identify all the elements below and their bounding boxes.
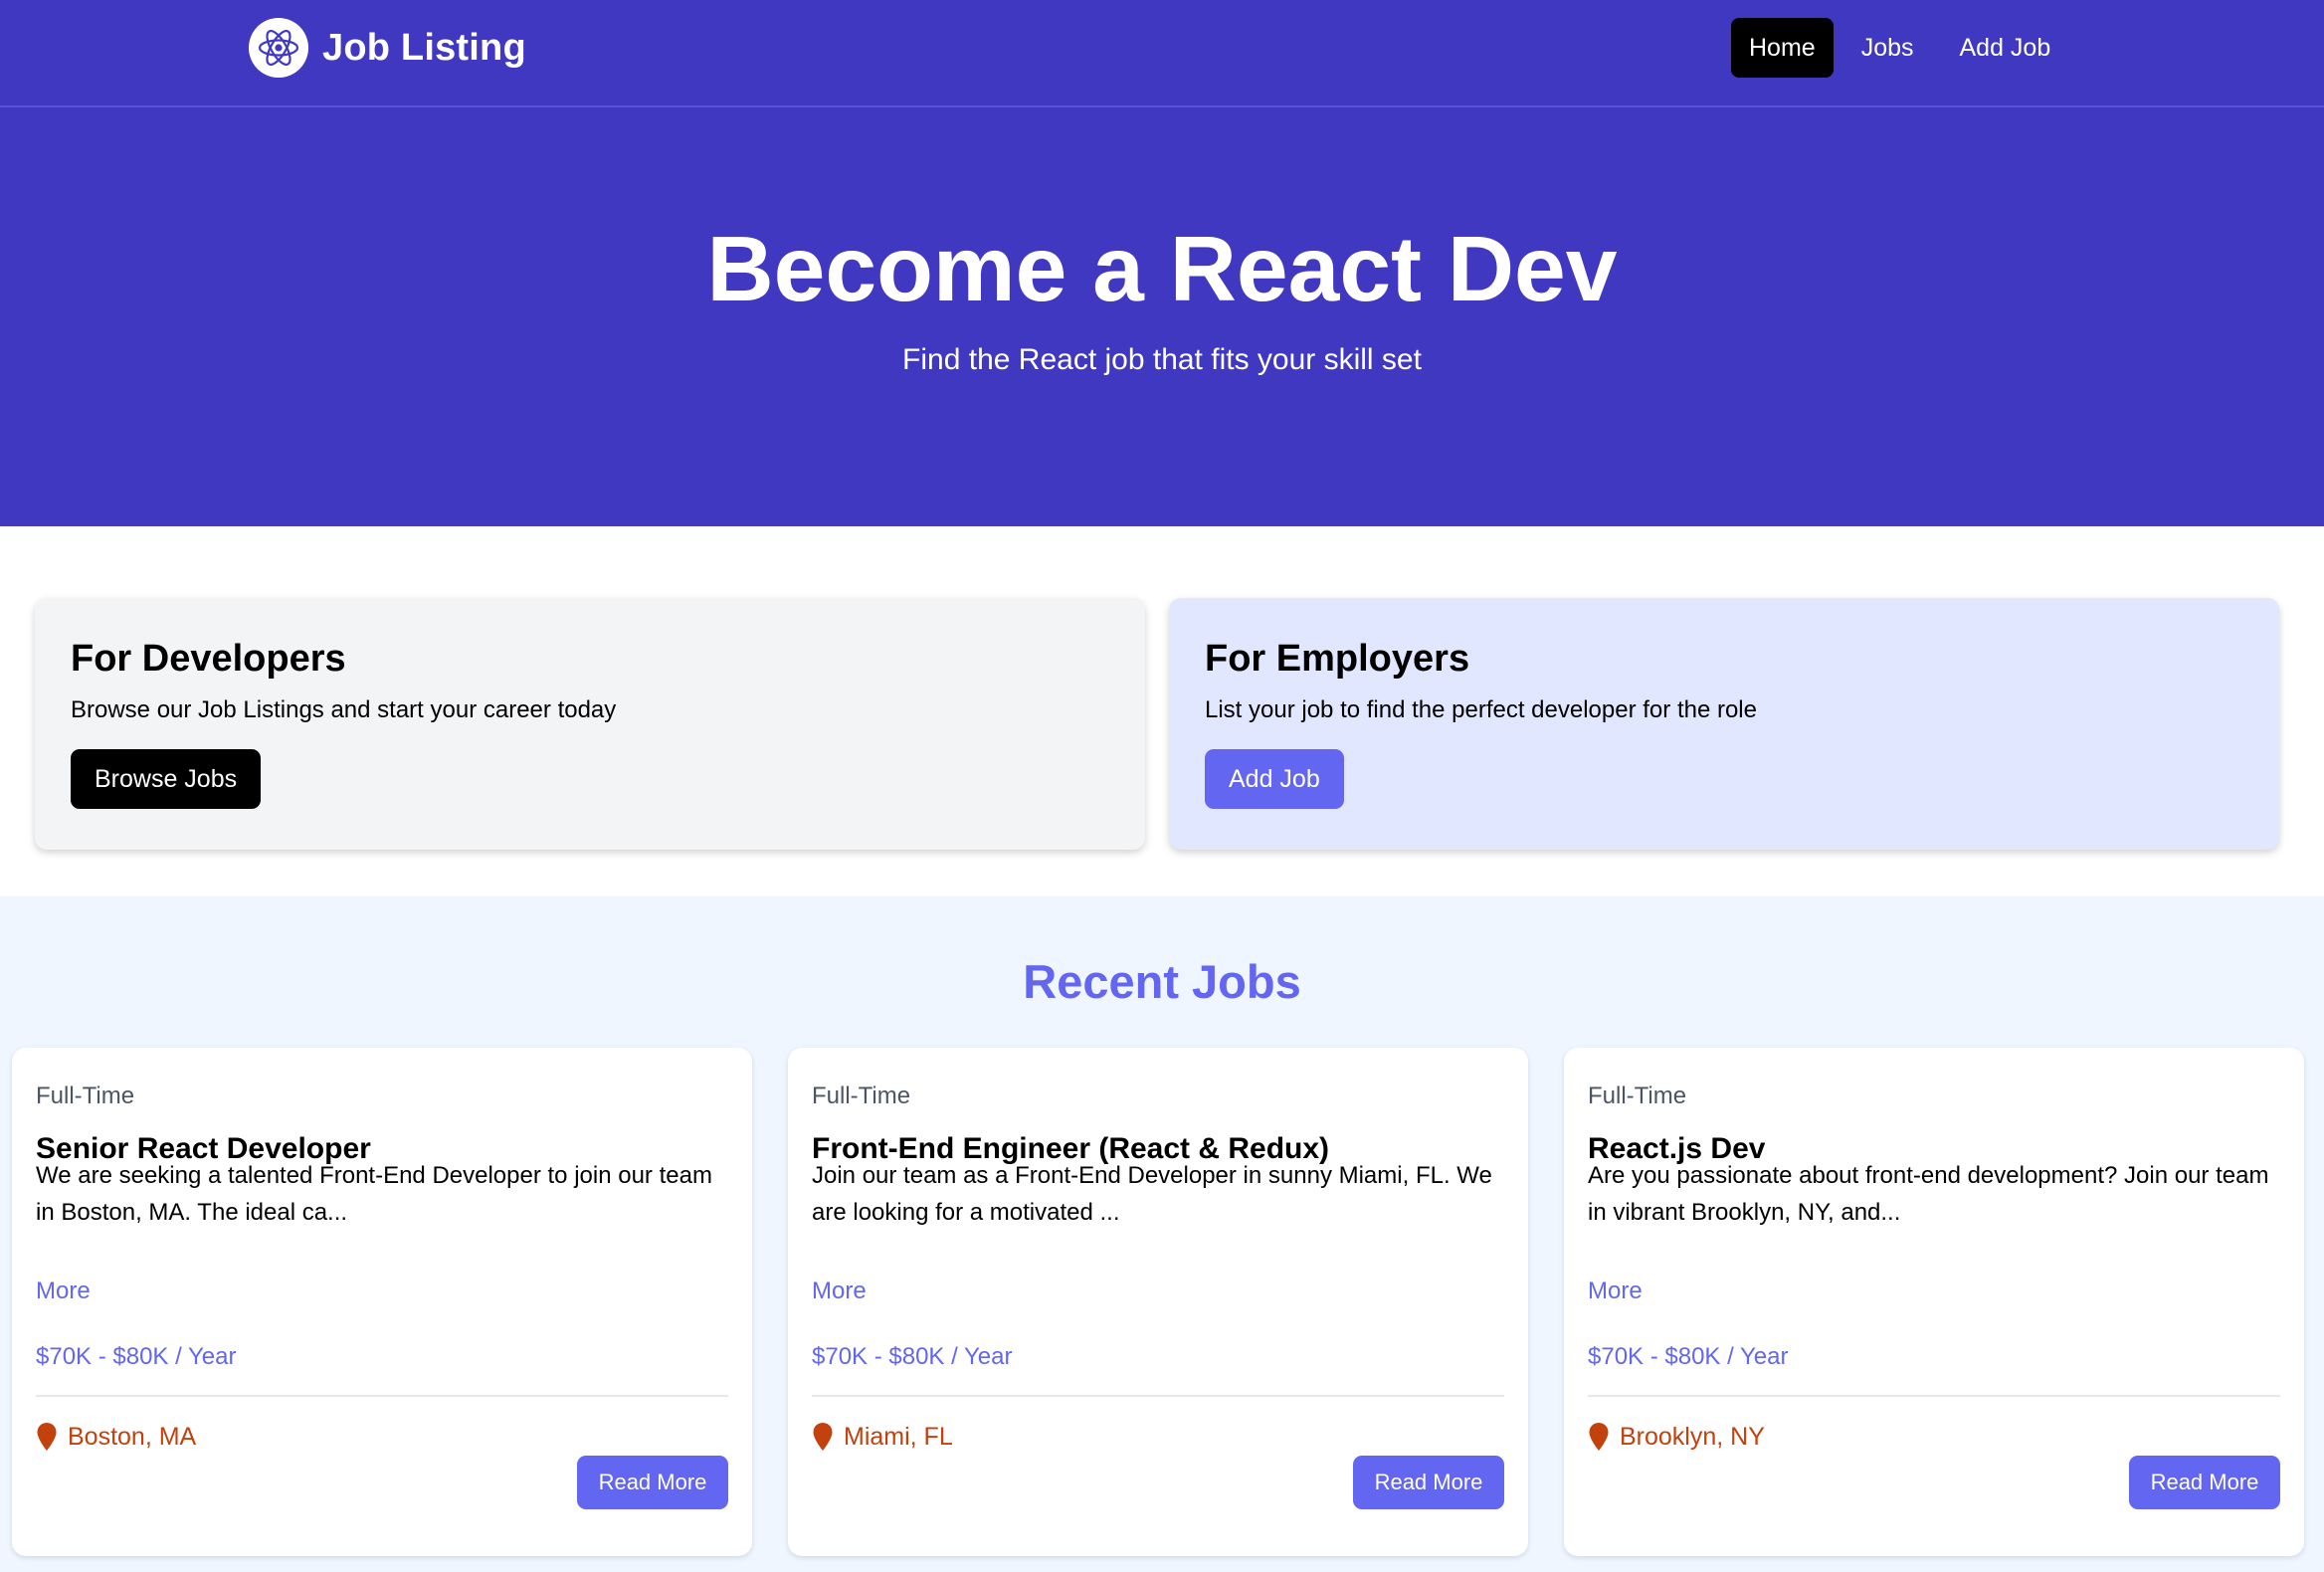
recent-jobs-title: Recent Jobs: [1023, 955, 1301, 1008]
employers-card-text: List your job to find the perfect develo…: [1205, 696, 1757, 723]
job-card: Full-Time Front-End Engineer (React & Re…: [788, 1048, 1528, 1556]
developers-card-title: For Developers: [71, 638, 346, 680]
map-pin-icon: [1589, 1423, 1609, 1451]
map-pin-icon: [37, 1423, 57, 1451]
job-more-link[interactable]: More: [812, 1277, 867, 1306]
job-location: Brooklyn, NY: [1588, 1421, 1765, 1453]
add-job-button[interactable]: Add Job: [1205, 749, 1344, 809]
divider: [36, 1395, 728, 1397]
job-description: Are you passionate about front-end devel…: [1588, 1162, 2269, 1226]
job-location-text: Boston, MA: [68, 1423, 197, 1451]
nav-link-home[interactable]: Home: [1731, 18, 1834, 78]
read-more-button[interactable]: Read More: [1353, 1456, 1504, 1509]
nav-link-add-job[interactable]: Add Job: [1942, 18, 2069, 78]
job-description: Join our team as a Front-End Developer i…: [812, 1162, 1492, 1226]
navbar: Job Listing Home Jobs Add Job: [0, 0, 2324, 107]
job-location: Miami, FL: [812, 1421, 953, 1453]
divider: [1588, 1395, 2280, 1397]
job-salary: $70K - $80K / Year: [812, 1343, 1013, 1370]
employers-card: For Employers List your job to find the …: [1169, 598, 2279, 850]
developers-card: For Developers Browse our Job Listings a…: [35, 598, 1145, 850]
brand-link[interactable]: Job Listing: [249, 18, 526, 78]
job-more-link[interactable]: More: [1588, 1277, 1643, 1306]
hero-subtitle: Find the React job that fits your skill …: [902, 343, 1422, 376]
job-location-text: Brooklyn, NY: [1620, 1423, 1765, 1451]
job-type: Full-Time: [1588, 1082, 1687, 1109]
job-location-text: Miami, FL: [844, 1423, 953, 1451]
job-salary: $70K - $80K / Year: [36, 1343, 237, 1370]
hero-title: Become a React Dev: [706, 217, 1618, 320]
nav-links: Home Jobs Add Job: [1731, 18, 2078, 78]
browse-jobs-button[interactable]: Browse Jobs: [71, 749, 262, 809]
job-salary: $70K - $80K / Year: [1588, 1343, 1789, 1370]
react-atom-icon: [249, 18, 308, 78]
hero-section: Become a React Dev Find the React job th…: [0, 107, 2324, 526]
developers-card-text: Browse our Job Listings and start your c…: [71, 696, 617, 723]
job-card: Full-Time React.js Dev Are you passionat…: [1564, 1048, 2304, 1556]
nav-link-jobs[interactable]: Jobs: [1843, 18, 1932, 78]
job-card: Full-Time Senior React Developer We are …: [12, 1048, 752, 1556]
divider: [812, 1395, 1504, 1397]
recent-jobs-section: Recent Jobs Full-Time Senior React Devel…: [0, 896, 2324, 1572]
read-more-button[interactable]: Read More: [2129, 1456, 2280, 1509]
job-description: We are seeking a talented Front-End Deve…: [36, 1162, 712, 1226]
job-type: Full-Time: [812, 1082, 911, 1109]
brand-title: Job Listing: [322, 26, 526, 69]
job-type: Full-Time: [36, 1082, 135, 1109]
employers-card-title: For Employers: [1205, 638, 1470, 680]
job-location: Boston, MA: [36, 1421, 196, 1453]
map-pin-icon: [813, 1423, 833, 1451]
job-more-link[interactable]: More: [36, 1277, 91, 1306]
read-more-button[interactable]: Read More: [577, 1456, 728, 1509]
